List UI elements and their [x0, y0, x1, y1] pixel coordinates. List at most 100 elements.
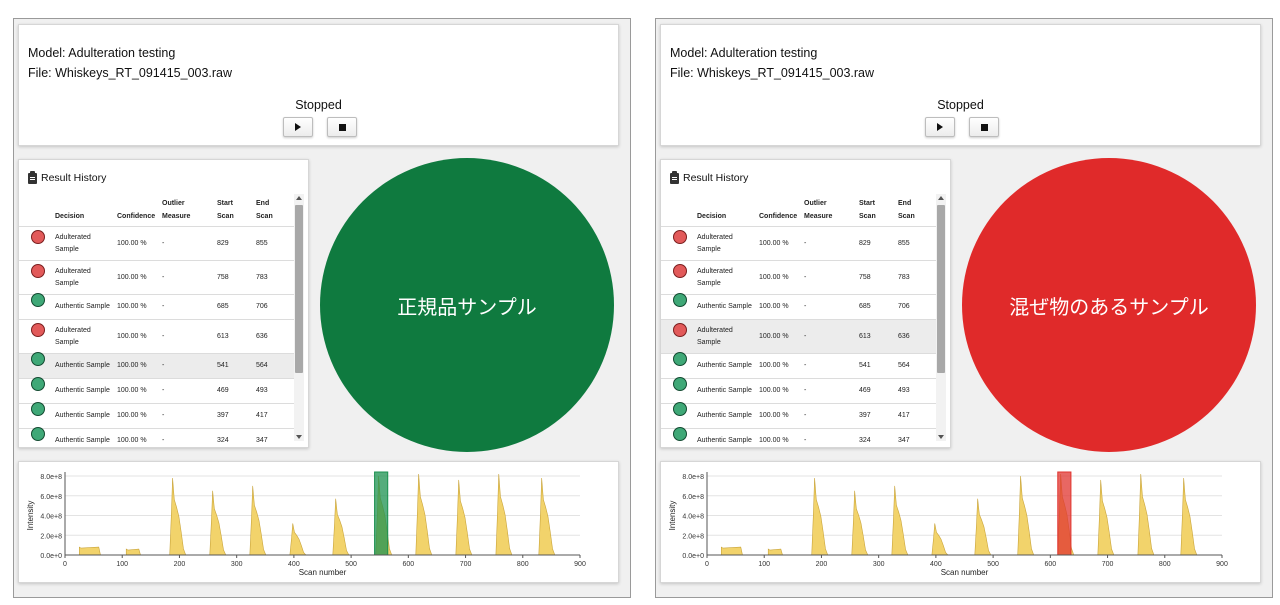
table-row[interactable]: Authentic Sample 100.00 % - 324 347 — [19, 427, 294, 447]
decision-cell: Authentic Sample — [697, 437, 752, 444]
start-scan-cell: 541 — [859, 362, 871, 369]
x-tick-label: 500 — [345, 561, 357, 568]
table-row[interactable]: Authentic Sample 100.00 % - 685 706 — [19, 293, 294, 319]
scroll-down-icon[interactable] — [938, 435, 944, 439]
outlier-cell: - — [804, 437, 807, 444]
col-outlier-measure[interactable]: Measure — [162, 210, 190, 223]
scroll-up-icon[interactable] — [938, 196, 944, 200]
col-start[interactable]: Start — [859, 197, 875, 210]
end-scan-cell: 493 — [256, 387, 268, 394]
chromatogram-peak — [931, 523, 949, 556]
table-row[interactable]: Adulterated Sample 100.00 % - 613 636 — [661, 319, 936, 353]
x-tick-label: 100 — [116, 561, 128, 568]
table-row[interactable]: Authentic Sample 100.00 % - 541 564 — [19, 352, 294, 378]
col-start-scan[interactable]: Scan — [217, 210, 234, 223]
end-scan-cell: 783 — [898, 273, 910, 281]
chromatogram-plateau — [721, 546, 743, 556]
x-tick-label: 900 — [1216, 561, 1228, 568]
start-scan-cell: 758 — [859, 273, 871, 281]
status-dot — [673, 263, 687, 278]
x-tick-label: 200 — [174, 561, 186, 568]
confidence-cell: 100.00 % — [117, 362, 147, 369]
col-outlier-measure[interactable]: Measure — [804, 210, 832, 223]
chromatogram-peak — [538, 477, 556, 556]
decision-line-2: Sample — [697, 279, 721, 287]
end-scan-cell: 564 — [898, 362, 910, 369]
table-row[interactable]: Adulterated Sample 100.00 % - 829 855 — [19, 226, 294, 260]
y-tick-label: 8.0e+8 — [682, 474, 704, 481]
table-row[interactable]: Adulterated Sample 100.00 % - 758 783 — [661, 260, 936, 294]
confidence-cell: 100.00 % — [117, 273, 147, 281]
col-end[interactable]: End — [256, 197, 269, 210]
chromatogram-chart: 0.0e+0 2.0e+8 4.0e+8 6.0e+8 8.0e+8 0 100 200 300… — [668, 471, 1228, 577]
status-dot — [673, 402, 687, 416]
decision-cell: Adulterated Sample — [697, 266, 759, 290]
y-tick-label: 0.0e+0 — [682, 553, 704, 560]
scroll-thumb[interactable] — [295, 205, 303, 373]
history-scrollbar[interactable] — [294, 194, 304, 441]
table-row[interactable]: Authentic Sample 100.00 % - 324 347 — [661, 427, 936, 447]
chromatogram-card: 0.0e+0 2.0e+8 4.0e+8 6.0e+8 8.0e+8 0 100 200 300… — [660, 461, 1261, 583]
table-row[interactable]: Authentic Sample 100.00 % - 469 493 — [19, 377, 294, 403]
status-dot — [673, 293, 687, 307]
confidence-cell: 100.00 % — [117, 239, 147, 247]
chromatogram-peak — [1180, 477, 1198, 556]
chromatogram-peak — [332, 498, 350, 556]
table-row[interactable]: Adulterated Sample 100.00 % - 758 783 — [19, 260, 294, 294]
verdict-indicator: 混ぜ物のあるサンプル — [962, 158, 1256, 452]
col-confidence[interactable]: Confidence — [759, 210, 797, 223]
result-history-title: Result History — [683, 172, 749, 184]
col-end-scan[interactable]: Scan — [898, 210, 915, 223]
clipboard-icon — [28, 170, 37, 184]
selected-scan-highlight — [374, 471, 389, 556]
col-decision[interactable]: Decision — [697, 210, 726, 223]
decision-line-1: Adulterated — [55, 233, 91, 241]
table-row[interactable]: Authentic Sample 100.00 % - 397 417 — [661, 402, 936, 428]
play-button[interactable] — [283, 117, 313, 137]
scroll-down-icon[interactable] — [296, 435, 302, 439]
start-scan-cell: 829 — [859, 239, 871, 247]
x-tick-label: 600 — [402, 561, 414, 568]
table-row[interactable]: Authentic Sample 100.00 % - 397 417 — [19, 402, 294, 428]
table-row[interactable]: Authentic Sample 100.00 % - 685 706 — [661, 293, 936, 319]
table-row[interactable]: Authentic Sample 100.00 % - 541 564 — [661, 352, 936, 378]
stop-button[interactable] — [969, 117, 999, 137]
col-decision[interactable]: Decision — [55, 210, 84, 223]
table-row[interactable]: Adulterated Sample 100.00 % - 829 855 — [661, 226, 936, 260]
x-tick-label: 300 — [873, 561, 885, 568]
col-start-scan[interactable]: Scan — [859, 210, 876, 223]
start-scan-cell: 685 — [217, 303, 229, 310]
scroll-thumb[interactable] — [937, 205, 945, 373]
col-end-scan[interactable]: Scan — [256, 210, 273, 223]
end-scan-cell: 855 — [256, 239, 268, 247]
history-scrollbar[interactable] — [936, 194, 946, 441]
decision-line-1: Adulterated — [55, 326, 91, 334]
end-scan-cell: 855 — [898, 239, 910, 247]
status-dot — [31, 263, 45, 278]
col-start[interactable]: Start — [217, 197, 233, 210]
result-history-header: Result History — [670, 170, 749, 184]
play-button[interactable] — [925, 117, 955, 137]
col-confidence[interactable]: Confidence — [117, 210, 155, 223]
status-dot — [673, 322, 687, 337]
table-row[interactable]: Authentic Sample 100.00 % - 469 493 — [661, 377, 936, 403]
chromatogram-peak — [209, 490, 227, 556]
col-outlier[interactable]: Outlier — [804, 197, 827, 210]
x-tick-label: 400 — [288, 561, 300, 568]
y-tick-label: 8.0e+8 — [40, 474, 62, 481]
col-end[interactable]: End — [898, 197, 911, 210]
x-tick-label: 300 — [231, 561, 243, 568]
scroll-up-icon[interactable] — [296, 196, 302, 200]
outlier-cell: - — [804, 412, 807, 419]
outlier-cell: - — [162, 303, 165, 310]
table-row[interactable]: Adulterated Sample 100.00 % - 613 636 — [19, 319, 294, 353]
end-scan-cell: 347 — [256, 437, 268, 444]
status-dot — [31, 402, 45, 416]
x-tick-label: 800 — [1159, 561, 1171, 568]
col-outlier[interactable]: Outlier — [162, 197, 185, 210]
start-scan-cell: 758 — [217, 273, 229, 281]
chromatogram-peak — [169, 477, 187, 556]
stop-button[interactable] — [327, 117, 357, 137]
outlier-cell: - — [804, 239, 807, 247]
decision-line-1: Adulterated — [697, 233, 733, 241]
